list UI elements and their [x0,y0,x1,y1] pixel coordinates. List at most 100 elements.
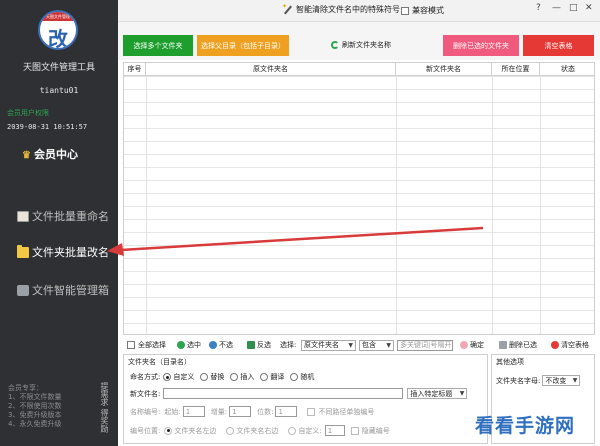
confirm-button[interactable]: 确定 [460,340,484,350]
increment-label: 增量: [210,407,228,416]
select-all-label: 全部选择 [138,341,166,349]
sidebar-item-file-manager[interactable]: 文件智能管理箱 [0,278,118,302]
position-row: 编号位置: 文件夹名左边 文件夹名右边 自定义: 1 隐藏编号 [130,425,390,436]
case-label: 文件夹名字母: [496,376,541,385]
radio-label: 替换 [210,373,225,381]
radio-replace[interactable] [200,373,209,381]
folder-table[interactable]: 序号 原文件夹名 新文件夹名 所在位置 状态 [123,62,595,335]
sidebar-item-file-rename[interactable]: 文件批量重命名 [0,204,118,228]
col-header-index[interactable]: 序号 [124,63,146,76]
selection-bar: 全部选择 选中 不选 反选 选择: 原文件夹名 ▼ 包含 ▼ 多关键词|号隔开 确定… [123,338,595,352]
crown-icon: ♛ [22,150,31,161]
radio-label: 插入 [240,373,255,381]
check-label: 选中 [187,341,201,349]
keyword-placeholder: 多关键词|号隔开 [400,341,452,349]
uncheck-label: 不选 [219,341,233,349]
invert-button[interactable]: 反选 [247,340,271,350]
field-value: 原文件夹名 [304,341,339,349]
member-status: 会员用户权限 [7,109,49,117]
chevron-down-icon: ▼ [348,341,353,349]
app-logo: 天图文件管理 改 [38,10,78,50]
delete-selected-button[interactable]: 删除已选 [499,340,537,350]
logo-char: 改 [48,27,68,50]
smart-clean-button[interactable]: 智能清除文件名中的特殊符号 [282,3,400,15]
col-header-new-name[interactable]: 新文件夹名 [396,63,492,76]
username: tiantu01 [39,86,79,95]
hide-number-label: 隐藏编号 [361,426,390,435]
radio-right[interactable] [226,426,235,435]
select-label: 选择: [280,341,297,349]
close-button[interactable]: ✕ [585,3,593,13]
chevron-down-icon: ▼ [386,341,391,349]
maximize-button[interactable]: □ [569,3,578,13]
radio-label: 自定义: [298,426,322,435]
chevron-down-icon: ▼ [572,377,578,384]
checkbox-icon [127,341,135,349]
numbering-row: 名称编号: 起始: 1 增量: 1 位数: 1 不同路径单独编号 [130,406,374,417]
col-header-original-name[interactable]: 原文件夹名 [146,63,396,76]
hide-number-checkbox[interactable] [350,426,359,435]
select-parent-dir-button[interactable]: 选择父目录（包括子目录） [197,35,289,56]
increment-input[interactable]: 1 [229,406,252,417]
radio-translate[interactable] [260,373,269,381]
logo-banner: 天图文件管理 [40,12,76,21]
check-icon [177,341,185,349]
field-dropdown[interactable]: 原文件夹名 ▼ [301,339,356,351]
custom-position-input[interactable]: 1 [324,425,345,436]
member-benefits: 会员专享： 1、不限文件数量 2、不限使用次数 3、免费升级版本 4、永久免费升… [8,384,61,429]
sidebar-item-folder-rename[interactable]: 文件夹批量改名 [0,240,118,264]
radio-custom[interactable] [163,373,172,381]
col-header-location[interactable]: 所在位置 [492,63,540,76]
delete-selected-folders-button[interactable]: 删除已选的文件夹 [443,35,519,56]
position-label: 编号位置: [130,426,161,435]
refresh-names-button[interactable]: 刷新文件夹名称 [331,40,391,50]
member-center-button[interactable]: ♛ 会员中心 [22,146,78,162]
radio-label: 翻译 [270,373,285,381]
col-header-status[interactable]: 状态 [540,63,594,76]
uncheck-icon [209,341,217,349]
select-all-checkbox[interactable]: 全部选择 [127,340,166,350]
separate-numbering-checkbox[interactable] [307,407,316,416]
match-dropdown[interactable]: 包含 ▼ [359,339,394,351]
new-name-input[interactable] [163,388,404,399]
select-multiple-folders-button[interactable]: 选择多个文件夹 [123,35,193,56]
match-value: 包含 [362,341,376,349]
start-input[interactable]: 1 [182,406,205,417]
clear-table-small-button[interactable]: 清空表格 [551,340,589,350]
case-dropdown[interactable]: 不改变 ▼ [542,375,581,386]
start-value: 1 [185,407,191,416]
radio-left[interactable] [164,426,173,435]
clear-table-label: 清空表格 [561,341,589,349]
radio-label: 随机 [300,373,315,381]
digits-input[interactable]: 1 [275,406,298,417]
radio-custom-position[interactable] [288,426,297,435]
help-button[interactable]: ? [536,3,541,13]
uncheck-button[interactable]: 不选 [209,340,233,350]
benefit-line: 4、永久免费升级 [8,420,62,428]
radio-random[interactable] [290,373,299,381]
sidebar-item-label: 文件智能管理箱 [32,284,109,297]
minimize-button[interactable]: — [552,3,561,13]
other-options-title: 其他选项 [496,358,524,366]
panel-title: 文件夹名（目录名） [128,358,191,366]
feedback-link[interactable]: 提需求 得奖励 [96,382,110,433]
refresh-icon [331,41,339,49]
digits-value: 1 [278,407,283,416]
insert-option-value: 插入特定标题 [410,389,453,398]
benefit-line: 3、免费升级版本 [8,411,62,419]
refresh-label: 刷新文件夹名称 [342,41,391,49]
pointer-arrow [107,226,484,256]
radio-insert[interactable] [230,373,239,381]
check-button[interactable]: 选中 [177,340,201,350]
case-value: 不改变 [545,376,567,385]
new-name-label: 新文件名: [130,389,161,398]
insert-option-dropdown[interactable]: 插入特定标题 ▼ [407,388,468,399]
compat-mode-checkbox[interactable]: 兼容模式 [401,5,444,16]
rename-panel: 文件夹名（目录名） 命名方式: 自定义 替换 插入 翻译 随机 新文件名: 插入… [123,354,488,444]
clear-table-button[interactable]: 清空表格 [523,35,594,56]
keyword-input[interactable]: 多关键词|号隔开 [397,339,453,351]
separate-numbering-label: 不同路径单独编号 [318,407,375,416]
digits-label: 位数: [257,407,274,416]
case-row: 文件夹名字母: 不改变 ▼ [496,375,581,386]
column-divider [396,76,397,334]
